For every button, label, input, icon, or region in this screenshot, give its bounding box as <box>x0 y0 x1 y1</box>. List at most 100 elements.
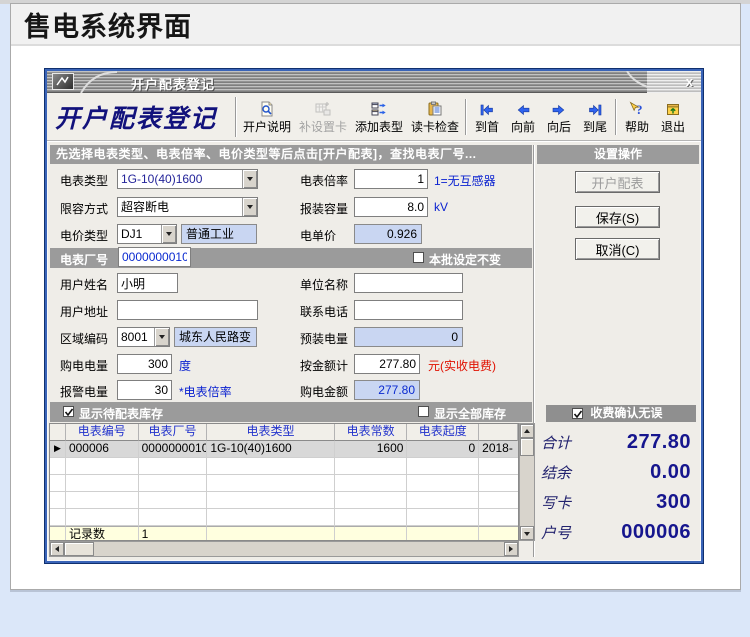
show-all-stock-checkbox[interactable] <box>418 406 429 417</box>
price-type-select[interactable]: DJ1 <box>117 224 177 244</box>
toolbar-button-label: 向前 <box>510 120 535 134</box>
purchase-amount-value: 277.80 <box>354 380 420 400</box>
card-grid-icon <box>315 99 331 117</box>
table-header-meter-start[interactable]: 电表起度 <box>407 424 480 441</box>
toolbar-buttons: 开户说明 补设置卡 添加表型 读卡检查 到首 向前 向后 到尾 ? 帮助 退出 <box>239 94 691 140</box>
table-empty-row <box>50 475 518 492</box>
exit-icon <box>665 99 681 117</box>
table-row[interactable]: ▶ 000006 0000000010 1G-10(40)1600 1600 0… <box>50 441 518 458</box>
page: 售电系统界面 开户配表登记 x 开户配表登记 开户说明 补设置卡 添加表型 读卡… <box>0 0 750 637</box>
dropdown-arrow-icon[interactable] <box>161 225 176 243</box>
scroll-right-icon[interactable] <box>504 542 518 556</box>
batch-fixed-label: 本批设定不变 <box>429 253 502 267</box>
cell-meter-const: 1600 <box>334 441 408 458</box>
go-first-button[interactable]: 到首 <box>469 94 505 140</box>
toolbar-button-label: 向后 <box>546 120 571 134</box>
titlebar[interactable]: 开户配表登记 x <box>47 71 701 93</box>
first-record-icon <box>479 99 495 117</box>
limit-mode-select[interactable]: 超容断电 <box>117 197 258 217</box>
total-label: 合计 <box>541 433 572 452</box>
purchase-energy-unit-hint: 度 <box>179 359 192 373</box>
address-input[interactable] <box>117 300 258 320</box>
by-amount-input[interactable] <box>354 354 420 374</box>
preset-energy-label: 预装电量 <box>300 332 349 346</box>
alarm-energy-input[interactable] <box>117 380 172 400</box>
show-pending-stock-checkbox[interactable] <box>63 406 74 417</box>
add-meter-type-button[interactable]: 添加表型 <box>351 94 407 140</box>
exit-button[interactable]: 退出 <box>655 94 691 140</box>
table-header-factory-no[interactable]: 电表厂号 <box>138 424 208 441</box>
horizontal-scrollbar-thumb[interactable] <box>64 542 94 556</box>
scroll-left-icon[interactable] <box>50 542 64 556</box>
purchase-energy-input[interactable] <box>117 354 172 374</box>
go-previous-button[interactable]: 向前 <box>505 94 541 140</box>
factory-no-input[interactable] <box>118 247 191 267</box>
open-account-assign-button[interactable]: 开户配表 <box>575 171 660 193</box>
horizontal-scrollbar[interactable] <box>49 541 519 557</box>
capacity-unit-hint: kV <box>434 200 449 214</box>
add-windows-icon <box>371 99 387 117</box>
document-magnifier-icon <box>259 99 275 117</box>
price-type-label: 电价类型 <box>60 229 109 243</box>
status-message: 先选择电表类型、电表倍率、电价类型等后点击[开户配表]，查找电表厂号... <box>50 145 532 164</box>
go-last-button[interactable]: 到尾 <box>577 94 613 140</box>
dropdown-arrow-icon[interactable] <box>242 170 257 188</box>
read-card-check-button[interactable]: 读卡检查 <box>407 94 463 140</box>
toolbar-separator <box>465 99 467 135</box>
phone-input[interactable] <box>354 300 463 320</box>
purchase-amount-label: 购电金额 <box>300 385 349 399</box>
toolbar-button-label: 帮助 <box>624 120 649 134</box>
cell-meter-type: 1G-10(40)1600 <box>207 441 335 458</box>
preset-energy-value: 0 <box>354 327 463 347</box>
meter-stock-table: 电表编号 电表厂号 电表类型 电表常数 电表起度 ▶ 000006 000000… <box>49 423 519 541</box>
org-name-input[interactable] <box>354 273 463 293</box>
toolbar-separator <box>615 99 617 135</box>
vertical-scrollbar[interactable] <box>519 423 535 541</box>
window-icon <box>52 73 74 90</box>
table-header-meter-type[interactable]: 电表类型 <box>207 424 335 441</box>
table-header-meter-const[interactable]: 电表常数 <box>334 424 408 441</box>
dropdown-arrow-icon[interactable] <box>242 198 257 216</box>
area-code-select[interactable]: 8001 <box>117 327 170 347</box>
go-next-button[interactable]: 向后 <box>541 94 577 140</box>
form-heading: 开户配表登记 <box>55 104 218 133</box>
next-record-icon <box>551 99 567 117</box>
svg-text:?: ? <box>636 102 643 117</box>
meter-type-select[interactable]: 1G-10(40)1600 <box>117 169 258 189</box>
account-no-label: 户号 <box>541 523 572 542</box>
open-account-help-button[interactable]: 开户说明 <box>239 94 295 140</box>
meter-type-label: 电表类型 <box>60 174 109 188</box>
page-header: 售电系统界面 <box>11 4 740 46</box>
record-count-label: 记录数 <box>65 526 139 540</box>
table-empty-row <box>50 509 518 526</box>
account-no-value: 000006 <box>621 520 691 543</box>
batch-fixed-checkbox[interactable] <box>413 252 424 263</box>
fee-confirm-bar: 收费确认无误 <box>546 405 696 422</box>
fee-confirm-checkbox[interactable] <box>572 408 583 419</box>
supplement-card-button[interactable]: 补设置卡 <box>295 94 351 140</box>
help-icon: ? <box>629 99 645 117</box>
save-button[interactable]: 保存(S) <box>575 206 660 228</box>
window-title: 开户配表登记 <box>131 77 216 92</box>
table-header-meter-no[interactable]: 电表编号 <box>65 424 139 441</box>
scroll-up-icon[interactable] <box>520 424 534 438</box>
close-icon[interactable]: x <box>686 74 693 89</box>
area-code-label: 区域编码 <box>60 332 109 346</box>
show-all-stock-label: 显示全部库存 <box>434 407 507 421</box>
table-header-extra[interactable] <box>479 424 518 441</box>
scroll-down-icon[interactable] <box>520 526 534 540</box>
user-name-input[interactable] <box>117 273 178 293</box>
capacity-input[interactable] <box>354 197 428 217</box>
table-header-marker <box>50 424 66 441</box>
by-amount-hint: 元(实收电费) <box>428 359 496 373</box>
meter-ratio-input[interactable] <box>354 169 428 189</box>
fee-confirm-label: 收费确认无误 <box>590 406 663 420</box>
vertical-scrollbar-thumb[interactable] <box>520 438 534 456</box>
by-amount-label: 按金额计 <box>300 359 349 373</box>
help-button[interactable]: ? 帮助 <box>619 94 655 140</box>
dropdown-arrow-icon[interactable] <box>154 328 169 346</box>
settings-panel-header: 设置操作 <box>537 145 699 164</box>
price-type-description: 普通工业 <box>181 224 257 244</box>
cancel-button[interactable]: 取消(C) <box>575 238 660 260</box>
record-count-value: 1 <box>138 526 208 540</box>
